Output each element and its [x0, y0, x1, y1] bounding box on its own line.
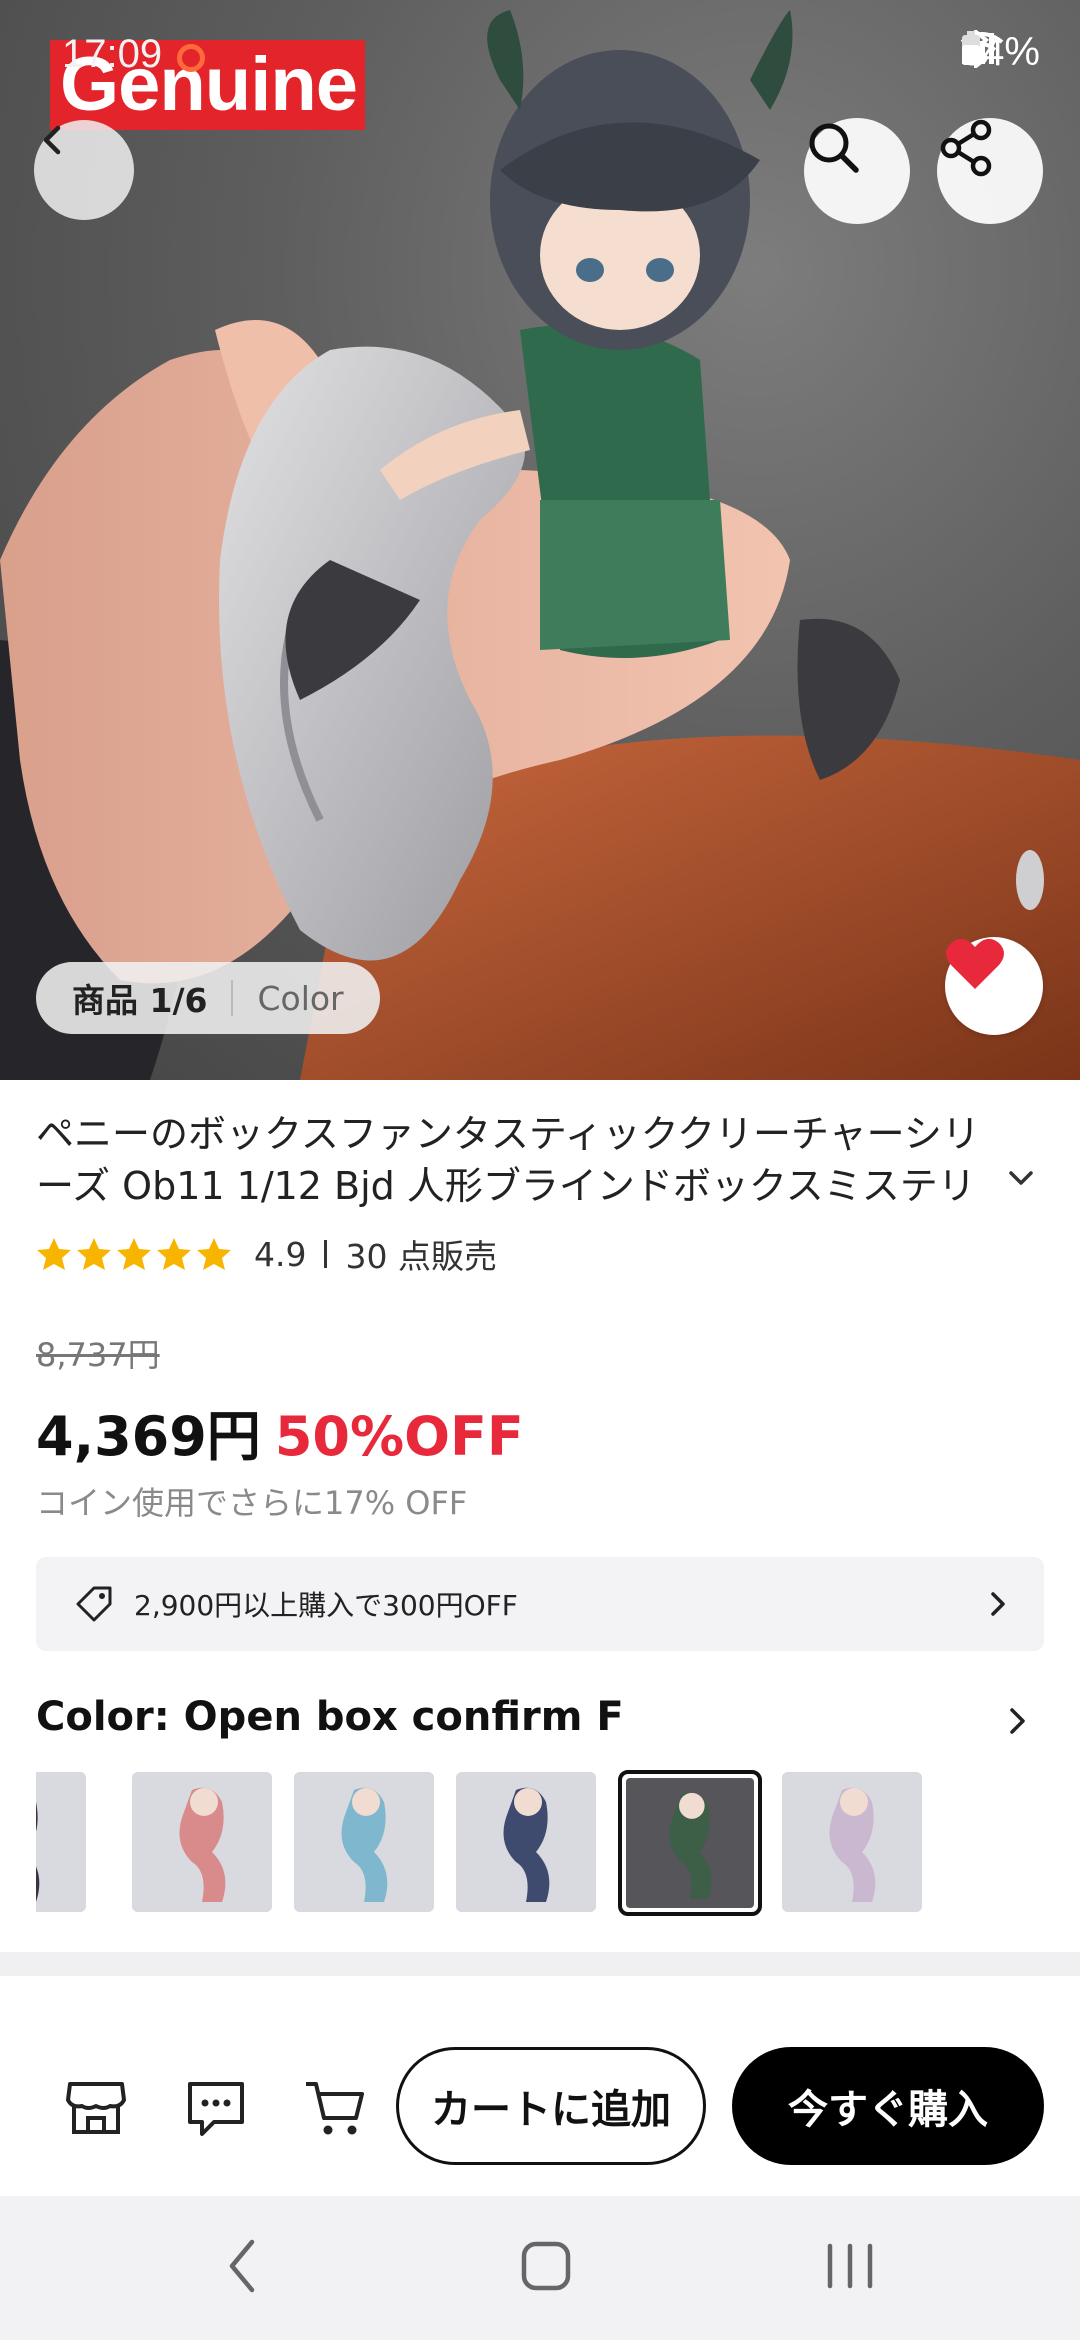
search-button[interactable] — [804, 118, 910, 224]
image-counter: 商品 1/6 — [72, 981, 208, 1020]
chat-icon[interactable] — [184, 2078, 248, 2138]
bottom-action-bar: カートに追加 今すぐ購入 — [0, 2006, 1080, 2206]
nav-home-icon[interactable] — [518, 2236, 574, 2296]
back-button[interactable] — [34, 120, 134, 220]
product-title[interactable]: ペニーのボックスファンタスティッククリーチャーシリ ーズ Ob11 1/12 B… — [36, 1108, 1036, 1212]
recording-indicator-icon — [177, 44, 205, 72]
swatch-5-selected[interactable] — [618, 1770, 762, 1916]
star-icon — [117, 1238, 151, 1270]
rating-value: 4.9 — [254, 1234, 307, 1274]
image-counter-pill[interactable]: 商品 1/6 Color — [36, 962, 380, 1034]
swatch-thumbnail — [456, 1772, 596, 1912]
counter-divider — [231, 980, 234, 1016]
color-option-label[interactable]: Color: Open box confirm F — [36, 1694, 624, 1740]
discount-label: 50%OFF — [274, 1405, 524, 1468]
rating-row[interactable]: 4.9 30 点販売 — [36, 1232, 497, 1276]
chevron-left-icon — [43, 125, 61, 155]
cart-icon[interactable] — [304, 2078, 366, 2138]
swatch-thumbnail — [36, 1772, 86, 1912]
swatch-thumbnail — [132, 1772, 272, 1912]
color-chevron-right-icon[interactable] — [1006, 1704, 1030, 1738]
share-button[interactable] — [937, 118, 1043, 224]
nav-back-icon[interactable] — [222, 2236, 262, 2296]
product-title-line2: ーズ Ob11 1/12 Bjd 人形ブラインドボックスミステリ — [36, 1164, 976, 1208]
swatch-6[interactable] — [782, 1772, 922, 1912]
rating-stars — [36, 1237, 232, 1271]
store-icon[interactable] — [64, 2078, 128, 2138]
tag-icon — [76, 1586, 112, 1622]
section-divider — [0, 1952, 1080, 1976]
coupon-banner[interactable]: 2,900円以上購入で300円OFF — [36, 1557, 1044, 1651]
swatch-thumbnail — [294, 1772, 434, 1912]
coin-discount-note: コイン使用でさらに17% OFF — [36, 1484, 468, 1522]
star-icon — [197, 1238, 231, 1270]
product-photo — [0, 10, 1080, 1080]
color-swatch-list — [36, 1770, 1046, 1916]
swatch-thumbnail — [626, 1778, 754, 1908]
chevron-right-icon — [991, 1592, 1005, 1616]
buy-now-button[interactable]: 今すぐ購入 — [732, 2047, 1044, 2165]
status-time: 17:09 — [62, 32, 163, 76]
swatch-4[interactable] — [456, 1772, 596, 1912]
share-icon — [940, 119, 992, 177]
image-category: Color — [257, 978, 344, 1018]
swatch-thumbnail — [782, 1772, 922, 1912]
swatch-2[interactable] — [132, 1772, 272, 1912]
swatch-1[interactable] — [36, 1772, 86, 1912]
coupon-text: 2,900円以上購入で300円OFF — [134, 1589, 518, 1622]
expand-title-chevron-down-icon[interactable] — [1008, 1170, 1034, 1188]
star-icon — [157, 1238, 191, 1270]
product-image-gallery[interactable]: Genuine 17:09 64% 商品 1/6 Color — [0, 0, 1080, 1080]
favorite-button[interactable] — [945, 937, 1043, 1035]
battery-icon — [961, 31, 980, 65]
price-row: 4,369円 50%OFF — [36, 1392, 524, 1471]
sold-count: 30 点販売 — [345, 1237, 497, 1276]
add-to-cart-button[interactable]: カートに追加 — [396, 2047, 706, 2165]
original-price: 8,737円 — [36, 1336, 160, 1374]
product-title-line1: ペニーのボックスファンタスティッククリーチャーシリ — [36, 1112, 980, 1156]
search-icon — [809, 123, 859, 173]
nav-recents-icon[interactable] — [820, 2236, 880, 2296]
star-icon — [77, 1238, 111, 1270]
sale-price: 4,369円 — [36, 1405, 261, 1468]
system-navigation-bar — [0, 2196, 1080, 2340]
rating-divider — [324, 1240, 328, 1268]
heart-icon — [946, 938, 1004, 989]
swatch-3[interactable] — [294, 1772, 434, 1912]
star-icon — [37, 1238, 71, 1270]
status-bar: 17:09 64% — [0, 0, 1080, 110]
